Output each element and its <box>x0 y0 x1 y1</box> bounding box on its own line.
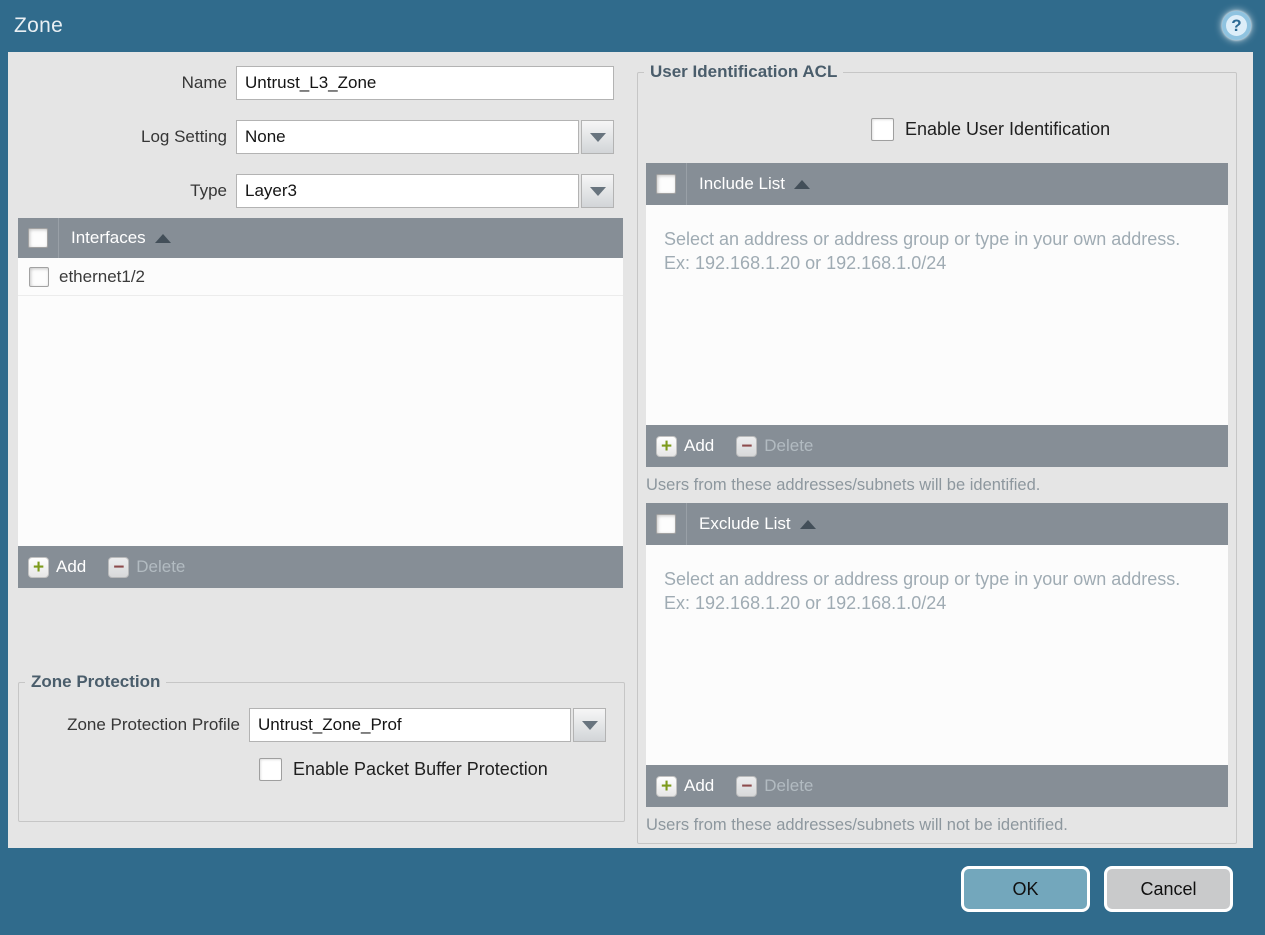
exclude-add-label: Add <box>684 776 715 795</box>
plus-icon: + <box>656 435 677 457</box>
packet-buffer-row: Enable Packet Buffer Protection <box>259 758 624 781</box>
include-list-label: Include List <box>699 174 785 193</box>
exclude-list-table: Exclude List Select an address or addres… <box>646 503 1228 807</box>
help-icon[interactable]: ? <box>1222 11 1251 40</box>
enable-user-identification-label: Enable User Identification <box>905 119 1111 139</box>
zone-dialog: Zone ? Name Log Setting Type <box>0 0 1265 935</box>
exclude-list-header: Exclude List <box>646 503 1228 545</box>
sort-ascending-icon <box>794 179 810 189</box>
delete-button-label: Delete <box>136 557 186 576</box>
exclude-delete-button[interactable]: − Delete <box>736 775 814 797</box>
include-list-body[interactable]: Select an address or address group or ty… <box>646 205 1228 425</box>
include-list-toolbar: + Add − Delete <box>646 425 1228 467</box>
packet-buffer-label: Enable Packet Buffer Protection <box>293 759 548 779</box>
include-add-button[interactable]: + Add <box>656 435 715 457</box>
interfaces-table-toolbar: + Add − Delete <box>18 546 623 588</box>
interface-name: ethernet1/2 <box>59 266 146 286</box>
zone-protection-profile-label: Zone Protection Profile <box>67 715 240 734</box>
type-dropdown-button[interactable] <box>581 174 614 208</box>
interfaces-column-label: Interfaces <box>71 228 146 247</box>
row-checkbox-cell <box>18 258 59 295</box>
table-row[interactable]: ethernet1/2 <box>18 258 623 296</box>
include-delete-button[interactable]: − Delete <box>736 435 814 457</box>
name-input[interactable] <box>236 66 614 100</box>
enable-user-identification-row: Enable User Identification <box>871 118 1110 141</box>
add-interface-button[interactable]: + Add <box>28 556 87 578</box>
enable-user-identification-checkbox[interactable] <box>871 118 894 141</box>
dialog-body: Name Log Setting Type <box>8 52 1253 848</box>
zone-protection-legend: Zone Protection <box>31 672 161 691</box>
exclude-list-toolbar: + Add − Delete <box>646 765 1228 807</box>
minus-icon: − <box>736 435 758 457</box>
zone-protection-profile-input[interactable] <box>249 708 571 742</box>
exclude-list-label: Exclude List <box>699 514 791 533</box>
log-setting-dropdown-button[interactable] <box>581 120 614 154</box>
include-select-all-checkbox[interactable] <box>656 174 676 194</box>
zone-protection-profile-dropdown-button[interactable] <box>573 708 606 742</box>
minus-icon: − <box>108 556 130 578</box>
ok-button[interactable]: OK <box>961 866 1090 912</box>
include-select-all-cell <box>646 163 687 205</box>
interfaces-table-header: Interfaces <box>18 218 623 258</box>
user-identification-acl-section: User Identification ACL Enable User Iden… <box>637 62 1237 844</box>
dialog-title: Zone <box>14 14 64 37</box>
zone-protection-profile-row: Zone Protection Profile <box>19 708 624 742</box>
minus-icon: − <box>736 775 758 797</box>
name-row: Name <box>8 66 614 100</box>
exclude-select-all-cell <box>646 503 687 545</box>
include-list-table: Include List Select an address or addres… <box>646 163 1228 467</box>
include-list-column-header[interactable]: Include List <box>687 174 810 194</box>
interfaces-column-header[interactable]: Interfaces <box>59 228 171 248</box>
interfaces-table-body: ethernet1/2 <box>18 258 623 546</box>
log-setting-row: Log Setting <box>8 120 614 154</box>
chevron-down-icon <box>589 132 606 142</box>
log-setting-input[interactable] <box>236 120 579 154</box>
delete-interface-button[interactable]: − Delete <box>108 556 186 578</box>
zone-protection-section: Zone Protection Zone Protection Profile … <box>18 672 625 822</box>
exclude-delete-label: Delete <box>764 776 814 795</box>
dialog-titlebar: Zone ? <box>0 0 1265 52</box>
exclude-list-column-header[interactable]: Exclude List <box>687 514 816 534</box>
sort-ascending-icon <box>799 519 816 529</box>
packet-buffer-checkbox[interactable] <box>259 758 282 781</box>
interfaces-select-all-checkbox[interactable] <box>28 228 48 248</box>
include-delete-label: Delete <box>764 436 814 455</box>
plus-icon: + <box>656 775 677 797</box>
cancel-button[interactable]: Cancel <box>1104 866 1233 912</box>
include-add-label: Add <box>684 436 715 455</box>
include-list-header: Include List <box>646 163 1228 205</box>
interfaces-table: Interfaces ethernet1/2 + Add − Delete <box>18 218 623 588</box>
exclude-list-body[interactable]: Select an address or address group or ty… <box>646 545 1228 765</box>
user-identification-acl-legend: User Identification ACL <box>650 62 838 81</box>
exclude-select-all-checkbox[interactable] <box>656 514 676 534</box>
chevron-down-icon <box>581 720 598 730</box>
exclude-list-placeholder: Select an address or address group or ty… <box>664 569 1181 614</box>
log-setting-label: Log Setting <box>140 127 227 146</box>
include-list-caption: Users from these addresses/subnets will … <box>646 476 1041 494</box>
exclude-list-caption: Users from these addresses/subnets will … <box>646 816 1068 834</box>
type-row: Type <box>8 174 614 208</box>
exclude-add-button[interactable]: + Add <box>656 775 715 797</box>
plus-icon: + <box>28 556 49 578</box>
name-label: Name <box>181 73 227 92</box>
interfaces-select-all-cell <box>18 218 59 258</box>
sort-ascending-icon <box>154 233 171 243</box>
include-list-placeholder: Select an address or address group or ty… <box>664 229 1181 274</box>
add-button-label: Add <box>56 557 87 576</box>
chevron-down-icon <box>589 186 606 196</box>
type-input[interactable] <box>236 174 579 208</box>
type-label: Type <box>190 181 227 200</box>
interface-row-checkbox[interactable] <box>28 266 49 287</box>
